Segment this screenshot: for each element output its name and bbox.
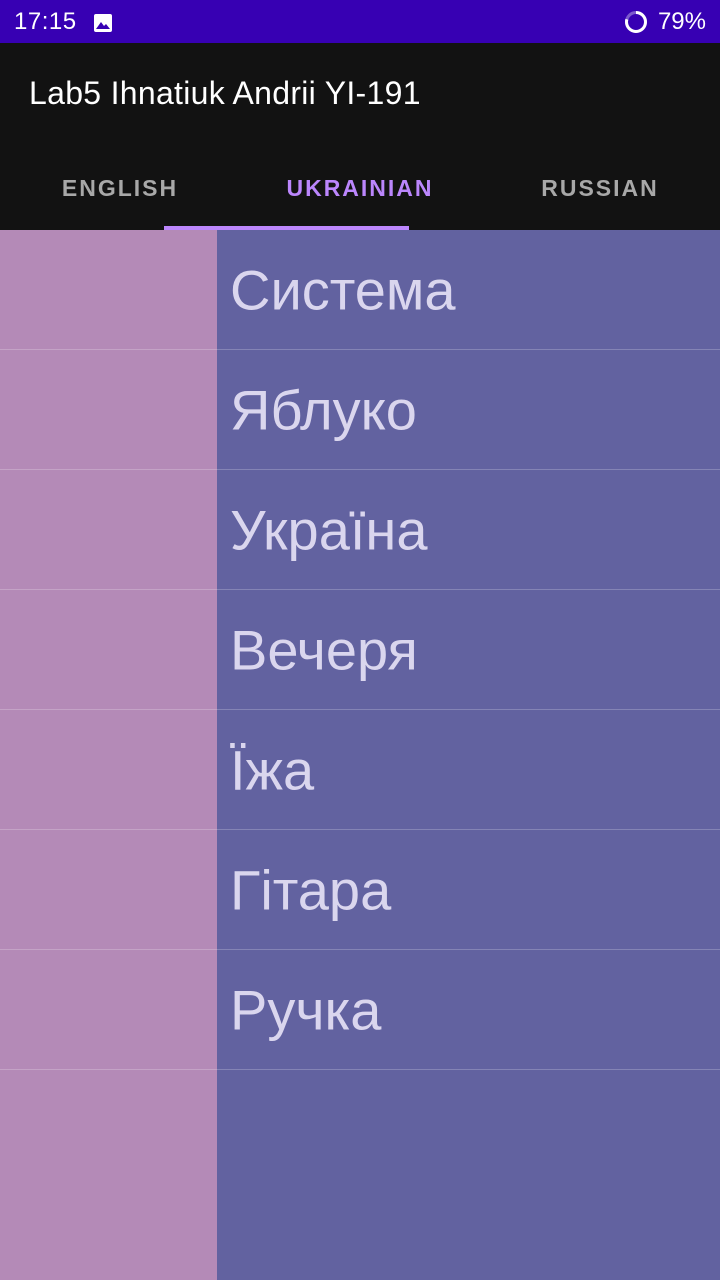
tab-ukrainian[interactable]: UKRAINIAN xyxy=(240,149,480,230)
word-text: Гітара xyxy=(230,858,392,921)
word-text: Ручка xyxy=(230,978,382,1041)
app-title: Lab5 Ihnatiuk Andrii YI-191 xyxy=(29,75,421,111)
list-item[interactable]: Україна xyxy=(0,470,720,590)
word-text: Яблуко xyxy=(230,378,417,441)
status-bar: 17:15 79% xyxy=(0,0,720,43)
battery-percent: 79% xyxy=(657,7,706,35)
screen: 17:15 79% Lab5 Ihnatiuk Andrii YI-191 EN… xyxy=(0,0,720,1280)
tab-russian[interactable]: RUSSIAN xyxy=(480,149,720,230)
word-text: Вечеря xyxy=(230,618,418,681)
list-item[interactable]: Їжа xyxy=(0,710,720,830)
list-item[interactable]: Вечеря xyxy=(0,590,720,710)
list-item[interactable]: Яблуко xyxy=(0,350,720,470)
app-bar: Lab5 Ihnatiuk Andrii YI-191 ENGLISH UKRA… xyxy=(0,43,720,230)
status-time: 17:15 xyxy=(14,7,77,35)
list-item[interactable]: Система xyxy=(0,230,720,350)
word-list: Система Яблуко Україна Вечеря Їжа Гітара… xyxy=(0,230,720,1070)
content-area: Система Яблуко Україна Вечеря Їжа Гітара… xyxy=(0,230,720,1280)
tab-bar: ENGLISH UKRAINIAN RUSSIAN xyxy=(0,149,720,230)
tab-english[interactable]: ENGLISH xyxy=(0,149,240,230)
word-text: Система xyxy=(230,258,456,321)
word-text: Україна xyxy=(230,498,428,561)
list-item[interactable]: Гітара xyxy=(0,830,720,950)
list-item[interactable]: Ручка xyxy=(0,950,720,1070)
battery-ring-icon xyxy=(624,10,648,34)
gallery-icon xyxy=(93,12,113,32)
word-text: Їжа xyxy=(230,738,315,801)
